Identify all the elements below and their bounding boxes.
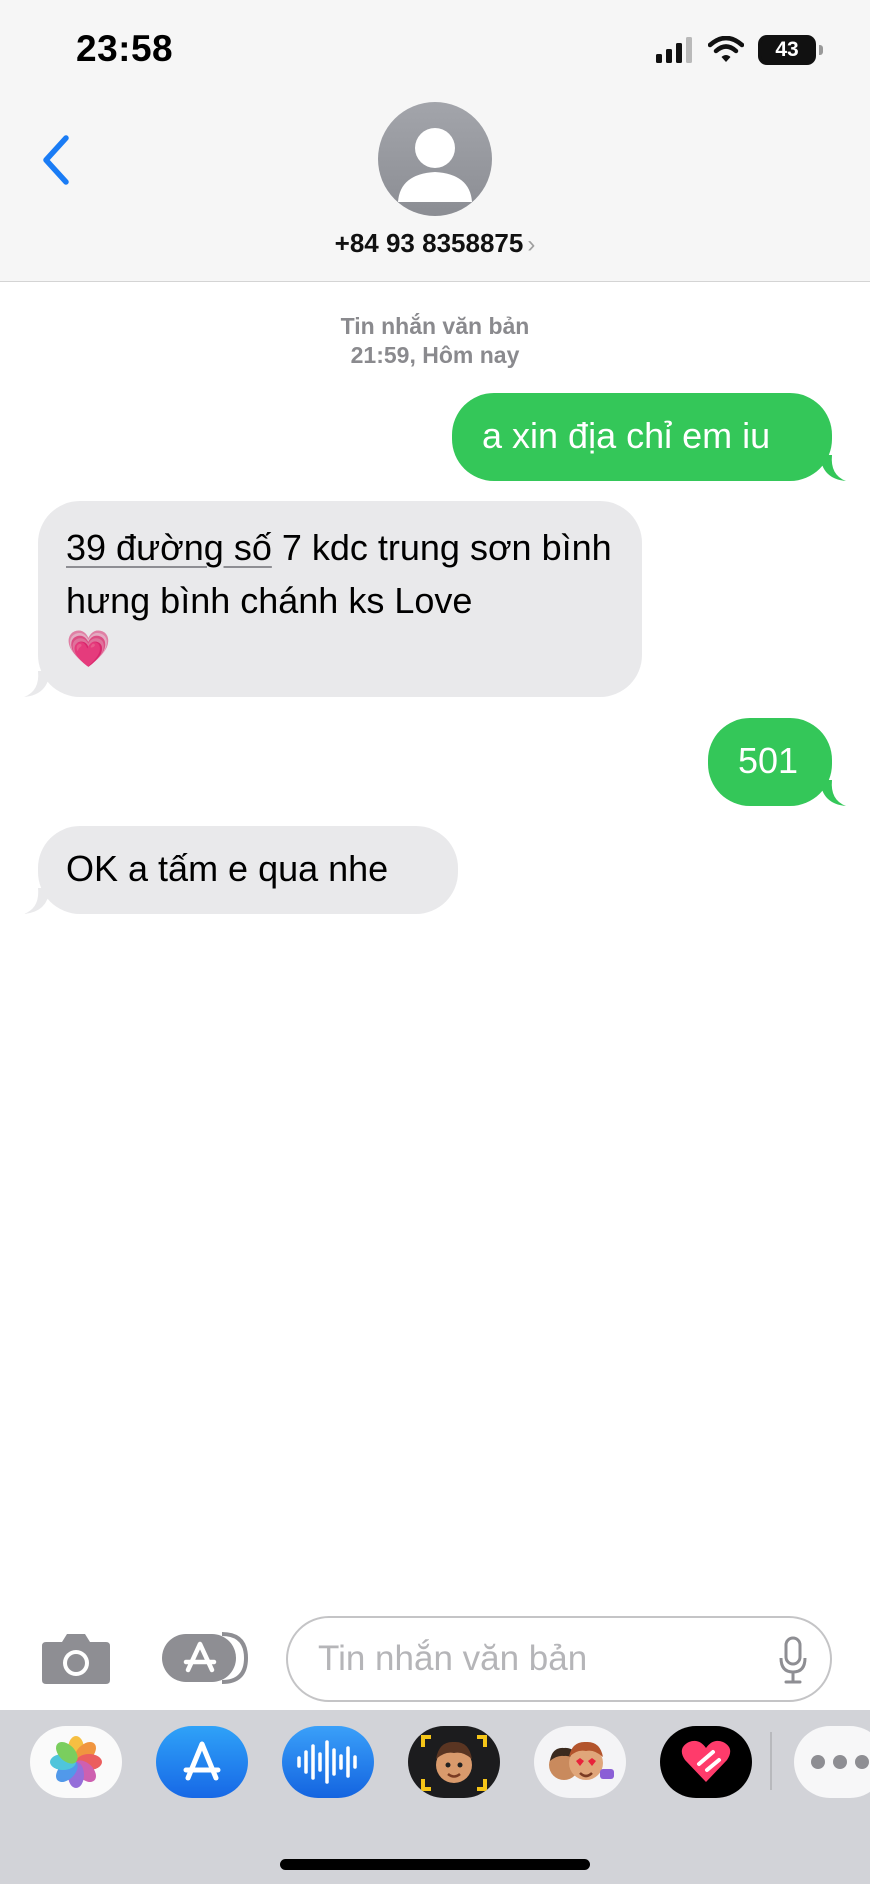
message-type-label: Tin nhắn văn bản bbox=[340, 313, 530, 339]
app-store-icon[interactable] bbox=[160, 1630, 250, 1686]
wifi-icon bbox=[708, 36, 744, 62]
message-bubble-outgoing[interactable]: 501 bbox=[708, 718, 846, 806]
conversation-meta: Tin nhắn văn bản 21:59, Hôm nay bbox=[0, 312, 870, 370]
message-composer bbox=[0, 1600, 870, 1710]
message-text: a xin địa chỉ em iu bbox=[482, 415, 771, 456]
bubble-tail bbox=[24, 671, 50, 697]
camera-icon[interactable] bbox=[40, 1630, 112, 1686]
app-store-glyph bbox=[183, 1741, 221, 1781]
more-icon[interactable] bbox=[794, 1726, 870, 1798]
memoji-stickers-icon[interactable] bbox=[534, 1726, 626, 1798]
waveform-glyph bbox=[297, 1740, 357, 1784]
message-input[interactable] bbox=[318, 1636, 738, 1682]
digital-touch-icon[interactable] bbox=[660, 1726, 752, 1798]
status-icons: 43 bbox=[656, 30, 823, 70]
microphone-icon[interactable] bbox=[778, 1636, 808, 1684]
photos-flower bbox=[50, 1736, 102, 1788]
bubble-tail bbox=[24, 888, 50, 914]
home-indicator[interactable] bbox=[280, 1859, 590, 1870]
person-icon bbox=[398, 128, 472, 202]
chevron-left-icon[interactable] bbox=[36, 130, 76, 190]
status-time: 23:58 bbox=[76, 28, 174, 69]
memoji-face bbox=[421, 1735, 487, 1791]
heart-emoji: 💗 bbox=[66, 628, 111, 669]
contact-number: +84 93 8358875 bbox=[334, 228, 524, 258]
app-store-icon[interactable] bbox=[156, 1726, 248, 1798]
messages-screen: 23:58 43 +84 93 8358875 › Tin nhắn văn b… bbox=[0, 0, 870, 1884]
stickers-glyph bbox=[549, 1741, 614, 1780]
message-text: OK a tấm e qua nhe bbox=[66, 848, 389, 889]
battery-icon: 43 bbox=[758, 35, 823, 65]
photos-icon[interactable] bbox=[30, 1726, 122, 1798]
audio-message-icon[interactable] bbox=[282, 1726, 374, 1798]
drawer-divider bbox=[770, 1732, 772, 1790]
message-text: 501 bbox=[738, 740, 799, 781]
bubble-tail bbox=[820, 780, 846, 806]
signal-icon bbox=[656, 37, 692, 63]
message-bubble-incoming[interactable]: OK a tấm e qua nhe bbox=[24, 826, 458, 914]
message-timestamp: 21:59, Hôm nay bbox=[350, 342, 520, 368]
bubble-tail bbox=[820, 455, 846, 481]
message-bubble-incoming[interactable]: 39 đường số 7 kdc trung sơn bình hưng bì… bbox=[24, 501, 642, 697]
contact-name-button[interactable]: +84 93 8358875 › bbox=[0, 228, 870, 259]
message-input-field[interactable] bbox=[286, 1616, 832, 1702]
chevron-right-icon: › bbox=[527, 231, 536, 258]
heart-glyph bbox=[681, 1740, 731, 1782]
ellipsis-glyph bbox=[811, 1755, 869, 1769]
app-drawer bbox=[0, 1710, 870, 1884]
address-link[interactable]: 39 đường số bbox=[66, 527, 272, 568]
battery-percentage: 43 bbox=[775, 38, 799, 61]
contact-avatar[interactable] bbox=[378, 102, 492, 216]
message-bubble-outgoing[interactable]: a xin địa chỉ em iu bbox=[452, 393, 846, 481]
memoji-icon[interactable] bbox=[408, 1726, 500, 1798]
conversation-header: 23:58 43 +84 93 8358875 › bbox=[0, 0, 870, 282]
